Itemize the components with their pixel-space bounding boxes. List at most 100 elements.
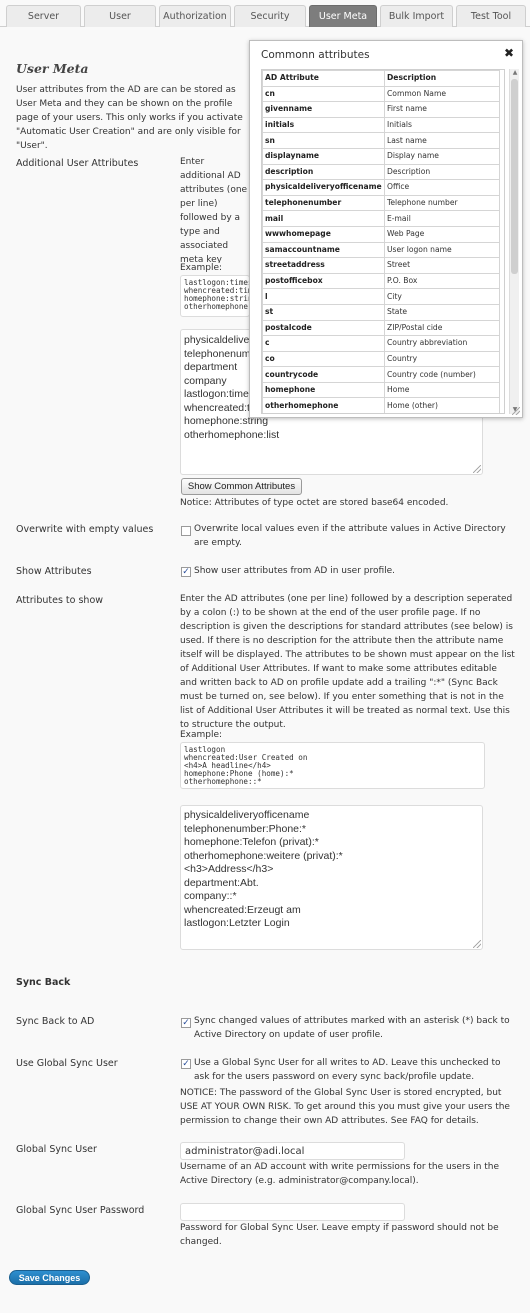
tab-test-tool[interactable]: Test Tool [456, 5, 526, 27]
description-cell: Home (other) [384, 397, 500, 413]
textarea-line: company::* [184, 890, 237, 902]
tab-authorization[interactable]: Authorization [159, 5, 231, 27]
attribute-cell: displayname [262, 147, 385, 165]
textarea-line: department:Abt. [184, 876, 259, 889]
column-header: AD Attribute [262, 70, 385, 87]
tab-security[interactable]: Security [234, 5, 306, 27]
tab-bar: Server User Authorization Security User … [0, 0, 530, 27]
sync-back-heading: Sync Back [16, 977, 71, 988]
global-sync-user-input[interactable]: administrator@adi.local [180, 1142, 405, 1160]
sync-back-checkbox[interactable]: ✓ [181, 1018, 191, 1028]
textarea-line: physicaldeliveryofficename [184, 809, 310, 821]
attribute-cell: streetaddress [262, 257, 385, 274]
table-row: initials Initials [262, 116, 500, 134]
popup-title: Commonn attributes [261, 49, 370, 61]
table-row: displayname Display name [262, 147, 500, 165]
table-row: description Description [262, 163, 500, 181]
table-row: postalcode ZIP/Postal cide [262, 319, 500, 337]
attribute-cell: c [262, 335, 385, 352]
attribute-cell: co [262, 350, 385, 368]
attribute-cell: l [262, 288, 385, 305]
attribute-cell: countrycode [262, 366, 385, 383]
description-cell: Common Name [384, 85, 500, 103]
save-changes-button[interactable]: Save Changes [9, 1270, 90, 1285]
description-cell: ZIP/Postal cide [384, 319, 500, 337]
tab-bulk-import[interactable]: Bulk Import [380, 5, 453, 27]
table-header-row: AD Attribute Description [262, 70, 500, 87]
description-cell: State [384, 303, 500, 321]
description-cell: Telephone number [384, 194, 500, 212]
overwrite-checkbox[interactable] [181, 526, 191, 536]
table-row: l City [262, 288, 500, 305]
example-line: otherhomephone::* [184, 777, 262, 786]
textarea-line: lastlogon:Letzter Login [184, 917, 290, 929]
attributes-to-show-textarea[interactable]: physicaldeliveryofficename telephonenumbe… [180, 805, 483, 950]
scrollbar-thumb[interactable] [511, 79, 518, 274]
popup-scrollbar[interactable]: ▲ ▼ [509, 69, 519, 414]
attribute-cell: initials [262, 116, 385, 134]
table-row: physicaldeliveryofficename Office [262, 179, 500, 196]
resize-grip-icon[interactable] [473, 940, 481, 948]
textarea-line: telephonenumber:Phone:* [184, 822, 307, 835]
attributes-example-label: Example: [180, 730, 223, 740]
common-attributes-popup: Commonn attributes ✖ AD Attribute Descri… [249, 40, 523, 418]
description-cell: Country abbreviation [384, 335, 500, 352]
textarea-line: whencreated:Erzeugt am [184, 903, 301, 916]
additional-example-label: Example: [180, 263, 223, 273]
table-row: countrycode Country code (number) [262, 366, 500, 383]
description-cell: Country [384, 350, 500, 368]
checkmark-icon: ✓ [182, 1059, 190, 1069]
description-cell: Street [384, 257, 500, 274]
global-sync-label: Use Global Sync User [16, 1058, 118, 1069]
attributes-to-show-label: Attributes to show [16, 595, 104, 606]
table-row: wwwhomepage Web Page [262, 225, 500, 243]
attribute-cell: samaccountname [262, 241, 385, 259]
show-attributes-checkbox[interactable]: ✓ [181, 567, 191, 577]
description-cell: P.O. Box [384, 272, 500, 290]
description-cell: E-mail [384, 210, 500, 227]
resize-grip-icon[interactable] [512, 407, 520, 415]
description-cell: User logon name [384, 241, 500, 259]
show-common-attributes-button[interactable]: Show Common Attributes [181, 478, 302, 495]
close-icon[interactable]: ✖ [504, 46, 514, 60]
attributes-table-container[interactable]: AD Attribute Description cn Common Name gi… [261, 69, 505, 414]
tab-user-meta[interactable]: User Meta [309, 5, 377, 27]
textarea-line: homephone:Telefon (privat):* [184, 836, 319, 848]
attributes-to-show-description: Enter the AD attributes (one per line) f… [180, 594, 515, 730]
sync-back-text: Sync changed values of attributes marked… [194, 1016, 510, 1040]
attribute-cell: postofficebox [262, 272, 385, 290]
attributes-table: AD Attribute Description cn Common Name gi… [262, 70, 500, 413]
global-sync-password-input[interactable] [180, 1203, 405, 1221]
attribute-cell: homephone [262, 381, 385, 399]
description-cell: Home [384, 381, 500, 399]
tab-user[interactable]: User [84, 5, 156, 27]
attribute-cell: postalcode [262, 319, 385, 337]
attribute-cell: givenname [262, 101, 385, 118]
table-row: cn Common Name [262, 85, 500, 103]
checkmark-icon: ✓ [182, 567, 190, 577]
intro-text: User attributes from the AD are can be s… [16, 85, 243, 151]
table-row: mail E-mail [262, 210, 500, 227]
global-sync-notice: NOTICE: The password of the Global Sync … [180, 1088, 510, 1126]
attributes-example-box: lastlogon whencreated:User Created on <h4>… [180, 742, 485, 789]
example-line: otherhomephone:list [184, 302, 249, 311]
tab-server[interactable]: Server [6, 5, 81, 27]
show-attributes-text: Show user attributes from AD in user pro… [194, 566, 396, 576]
attribute-cell: physicaldeliveryofficename [262, 179, 385, 196]
scroll-up-icon[interactable]: ▲ [511, 69, 519, 77]
description-cell: Initials [384, 116, 500, 134]
global-sync-password-help: Password for Global Sync User. Leave emp… [180, 1223, 499, 1247]
show-attributes-label: Show Attributes [16, 566, 92, 577]
attribute-cell: description [262, 163, 385, 181]
additional-attributes-label: Additional User Attributes [16, 158, 139, 169]
global-sync-checkbox[interactable]: ✓ [181, 1059, 191, 1069]
description-cell: Web Page [384, 225, 500, 243]
attribute-cell: wwwhomepage [262, 225, 385, 243]
global-sync-password-label: Global Sync User Password [16, 1205, 145, 1216]
description-cell: First name [384, 101, 500, 118]
table-row: postofficebox P.O. Box [262, 272, 500, 290]
attribute-cell: sn [262, 132, 385, 149]
global-sync-text: Use a Global Sync User for all writes to… [194, 1058, 501, 1082]
resize-grip-icon[interactable] [473, 465, 481, 473]
octet-notice: Notice: Attributes of type octet are sto… [180, 498, 449, 508]
